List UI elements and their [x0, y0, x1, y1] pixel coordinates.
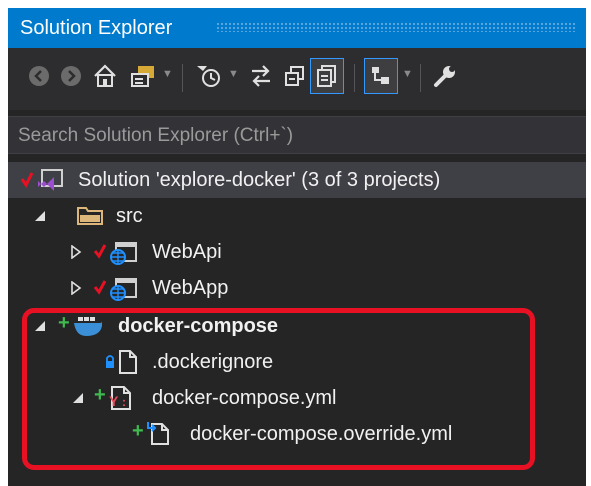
forward-arrow-icon [61, 66, 81, 86]
properties-button[interactable] [428, 58, 462, 94]
tree-item-src[interactable]: src [8, 198, 586, 234]
file-icon [119, 350, 137, 374]
sync-active-document-button[interactable] [244, 58, 278, 94]
preview-selected-button[interactable] [364, 58, 398, 94]
web-project-icon [110, 242, 137, 265]
added-icon: + [94, 384, 106, 406]
sync-icon [252, 65, 270, 87]
tree-item-webapi[interactable]: WebApi [8, 234, 586, 270]
collapse-all-button[interactable] [278, 58, 312, 94]
expanded-arrow-icon[interactable] [34, 210, 46, 222]
home-icon [94, 64, 116, 87]
added-icon: + [132, 420, 144, 442]
tree-item-docker-compose[interactable]: + docker-compose [8, 308, 586, 344]
collapse-all-icon [285, 66, 304, 86]
tree-item-label: WebApp [152, 276, 229, 299]
solution-check-icon [20, 172, 34, 188]
search-box[interactable] [8, 116, 586, 154]
folder-icon [77, 207, 103, 225]
solution-explorer-panel: Solution Explorer ▼ ▼ ▼ Search Solution … [8, 8, 586, 486]
tree-item-docker-compose-override-yml[interactable]: + docker-compose.override.yml [8, 416, 586, 452]
tree-item-label: docker-compose [118, 314, 279, 337]
filter-dropdown-icon[interactable]: ▼ [228, 68, 239, 80]
toolbar-separator [182, 64, 183, 92]
visual-studio-solution-icon [38, 169, 63, 191]
home-button[interactable] [88, 58, 122, 94]
tree-item-dockerignore[interactable]: .dockerignore [8, 344, 586, 380]
tree-item-label: .dockerignore [152, 350, 274, 373]
pending-changes-filter-button[interactable] [192, 58, 226, 94]
checked-in-icon [94, 280, 106, 295]
tree-item-label: Solution 'explore-docker' (3 of 3 projec… [78, 168, 441, 191]
title-bar[interactable]: Solution Explorer [8, 8, 586, 48]
svg-text::: : [122, 395, 126, 409]
collapsed-arrow-icon[interactable] [70, 281, 82, 295]
switch-views-dropdown-icon[interactable]: ▼ [162, 68, 173, 80]
forward-button[interactable] [54, 58, 88, 94]
toolbar: ▼ ▼ ▼ [8, 48, 586, 110]
docker-icon [74, 317, 102, 336]
switch-views-button[interactable] [126, 58, 160, 94]
tree-item-label: src [116, 204, 143, 227]
clock-filter-icon [197, 66, 220, 87]
wrench-icon [434, 66, 455, 87]
tree-item-webapp[interactable]: WebApp [8, 270, 586, 306]
web-project-icon [110, 278, 137, 301]
show-all-files-button[interactable] [310, 58, 344, 94]
checked-in-icon [94, 244, 106, 259]
nested-file-icon [147, 422, 169, 445]
back-button[interactable] [22, 58, 56, 94]
tree-item-label: docker-compose.override.yml [190, 422, 453, 445]
show-all-files-icon [317, 65, 336, 87]
toolbar-separator [354, 64, 355, 92]
search-input[interactable] [18, 125, 558, 147]
yaml-file-icon: Y: [109, 386, 131, 410]
window-title: Solution Explorer [20, 17, 173, 39]
tree-item-label: docker-compose.yml [152, 386, 337, 409]
preview-icon [372, 67, 389, 84]
tree-item-docker-compose-yml[interactable]: + Y: docker-compose.yml [8, 380, 586, 416]
collapsed-arrow-icon[interactable] [70, 245, 82, 259]
preview-dropdown-icon[interactable]: ▼ [402, 68, 413, 80]
tree-item-solution[interactable]: Solution 'explore-docker' (3 of 3 projec… [8, 162, 586, 198]
svg-text:Y: Y [109, 393, 119, 409]
tree-item-label: WebApi [152, 240, 222, 263]
switch-views-icon [131, 66, 154, 87]
expanded-arrow-icon[interactable] [34, 320, 46, 332]
added-icon: + [58, 312, 70, 334]
back-arrow-icon [29, 66, 49, 86]
toolbar-separator [420, 64, 421, 92]
title-grip[interactable] [216, 22, 576, 32]
expanded-arrow-icon[interactable] [72, 392, 84, 404]
lock-icon [106, 355, 114, 368]
